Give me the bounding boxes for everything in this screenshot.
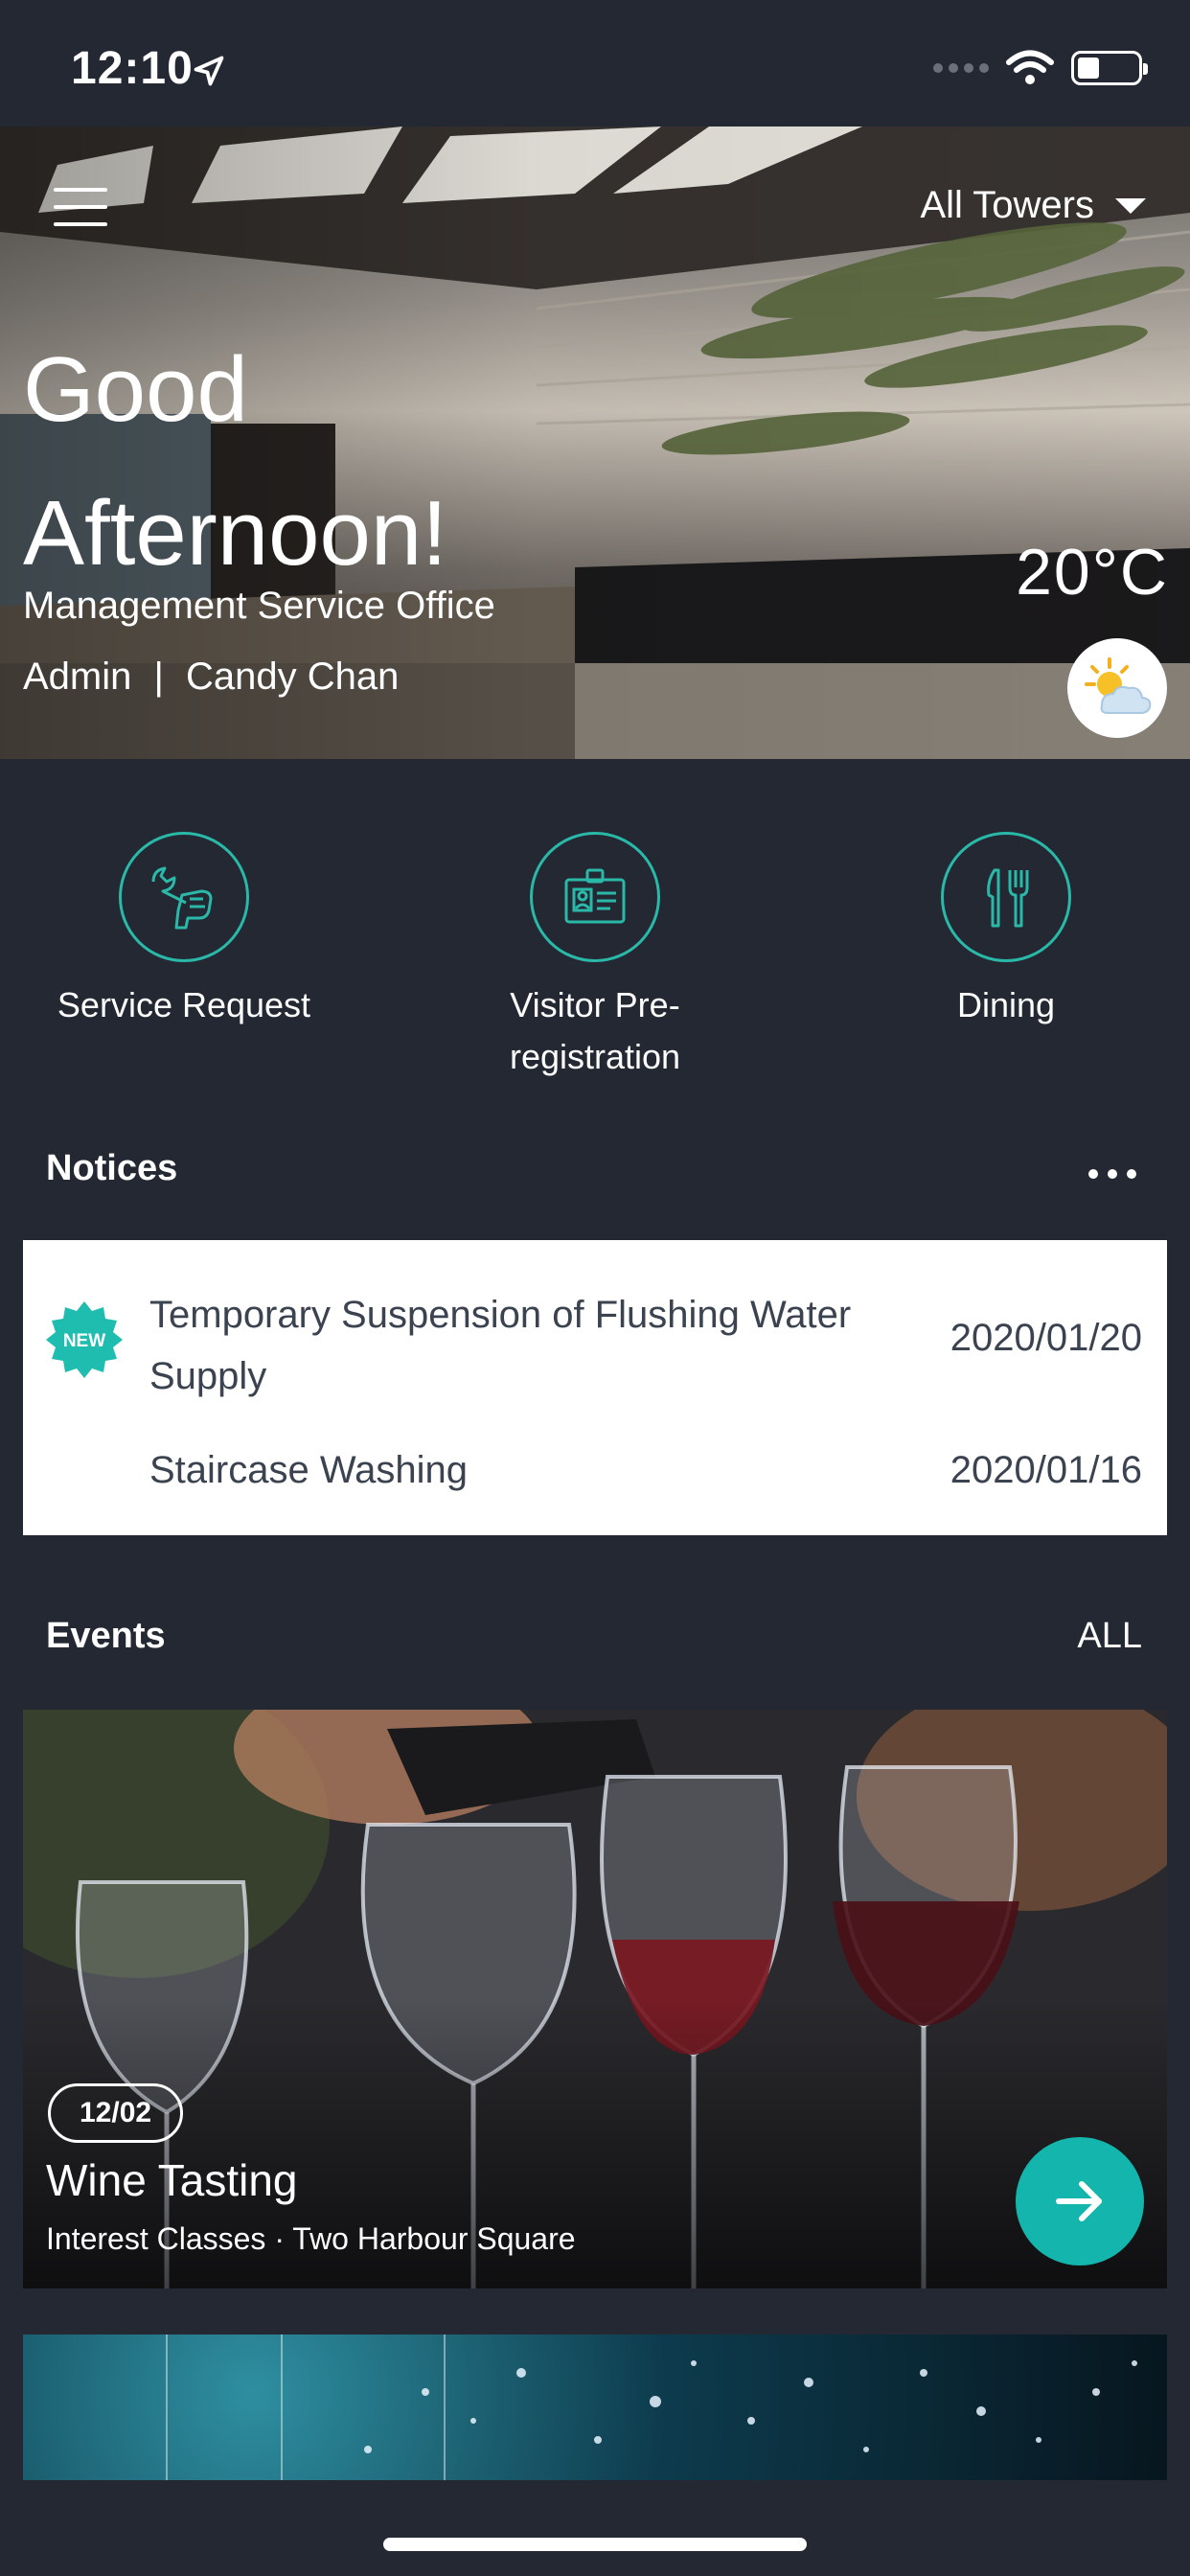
- cellular-signal-icon: [933, 63, 989, 73]
- events-title: Events: [46, 1616, 166, 1656]
- sparkle-photo: [166, 2334, 1137, 2480]
- event-card-next[interactable]: [23, 2334, 1167, 2480]
- status-time: 12:10: [71, 43, 194, 94]
- office-name: Management Service Office: [23, 585, 495, 627]
- new-badge: NEW: [46, 1301, 123, 1378]
- visitor-preregistration-button[interactable]: Visitor Pre-registration: [423, 824, 767, 1083]
- home-indicator[interactable]: [383, 2538, 807, 2551]
- arrow-right-icon: [1056, 2181, 1102, 2221]
- user-name: Candy Chan: [186, 656, 400, 698]
- wifi-icon: [1006, 50, 1054, 84]
- temperature: 20°C: [1016, 536, 1169, 609]
- action-label: Visitor Pre-registration: [509, 985, 681, 1076]
- notices-title: Notices: [46, 1148, 178, 1188]
- event-date-badge: 12/02: [48, 2083, 184, 2143]
- location-arrow-icon: [194, 56, 224, 86]
- notice-item[interactable]: Staircase Washing 2020/01/16: [23, 1428, 1167, 1535]
- id-badge-icon: [564, 868, 626, 924]
- action-label: Dining: [956, 985, 1056, 1024]
- dining-button[interactable]: Dining: [834, 824, 1179, 1031]
- battery-icon: [1071, 51, 1148, 85]
- weather-button[interactable]: [1067, 638, 1167, 738]
- wrench-hand-icon: [151, 866, 213, 930]
- svg-text:NEW: NEW: [63, 1331, 105, 1351]
- chevron-down-icon: [1115, 197, 1146, 214]
- notice-title: Temporary Suspension of Flushing Water S…: [149, 1294, 852, 1397]
- notice-item[interactable]: NEW Temporary Suspension of Flushing Wat…: [23, 1240, 1167, 1428]
- event-open-button[interactable]: [1016, 2137, 1144, 2266]
- tower-selector-label: All Towers: [920, 184, 1094, 226]
- notices-card: NEW Temporary Suspension of Flushing Wat…: [23, 1240, 1167, 1535]
- user-separator: |: [153, 656, 164, 698]
- action-label: Service Request: [57, 985, 311, 1024]
- menu-icon[interactable]: [54, 188, 107, 226]
- event-card[interactable]: 12/02 Wine Tasting Interest Classes · Tw…: [23, 1710, 1167, 2288]
- user-info: Admin | Candy Chan: [23, 656, 399, 699]
- hero-banner: All Towers Good Afternoon! Management Se…: [0, 126, 1190, 759]
- event-title: Wine Tasting: [46, 2155, 298, 2205]
- notice-date: 2020/01/16: [950, 1449, 1142, 1491]
- more-options-icon[interactable]: [1088, 1169, 1136, 1179]
- tower-selector[interactable]: All Towers: [920, 184, 1146, 227]
- quick-actions: Service Request Visitor Pre-registration: [0, 824, 1190, 1076]
- notice-date: 2020/01/20: [950, 1317, 1142, 1359]
- event-subtitle: Interest Classes · Two Harbour Square: [46, 2221, 576, 2256]
- user-role: Admin: [23, 656, 132, 698]
- status-bar: 12:10: [0, 0, 1190, 126]
- notice-title: Staircase Washing: [149, 1449, 468, 1491]
- status-indicators: [933, 50, 1148, 86]
- greeting-title: Good Afternoon!: [23, 338, 447, 585]
- events-all-link[interactable]: ALL: [1077, 1616, 1142, 1657]
- service-request-button[interactable]: Service Request: [11, 824, 356, 1031]
- partly-cloudy-icon: [1085, 657, 1152, 714]
- fork-knife-icon: [987, 868, 1029, 928]
